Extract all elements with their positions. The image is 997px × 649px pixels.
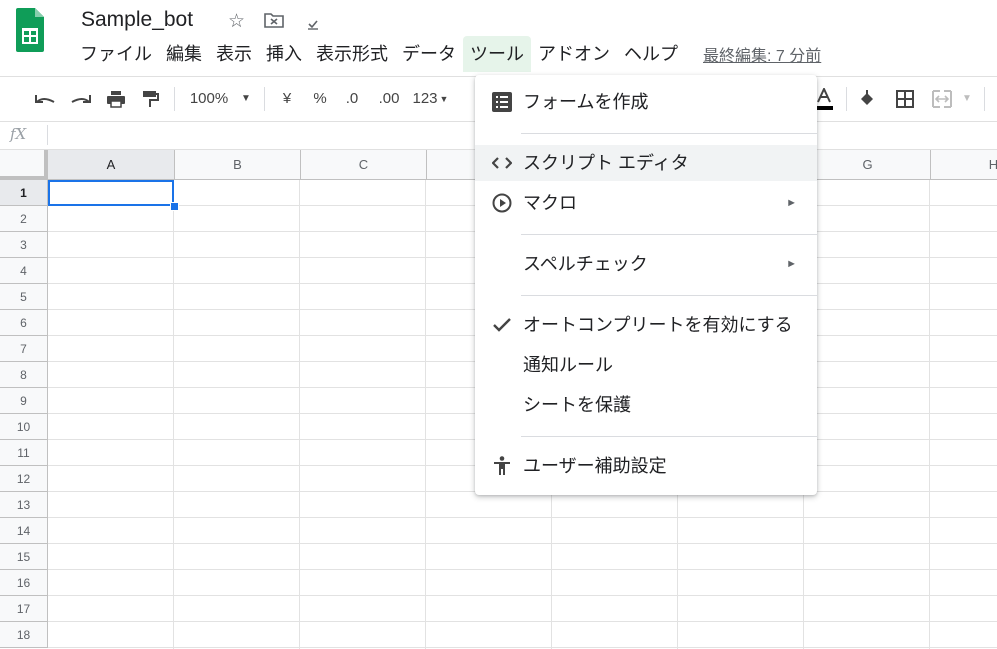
row-header[interactable]: 6 bbox=[0, 310, 48, 336]
column-header[interactable]: B bbox=[175, 150, 301, 180]
menu-data[interactable]: データ bbox=[395, 36, 463, 72]
row-header[interactable]: 5 bbox=[0, 284, 48, 310]
fill-color-icon[interactable] bbox=[856, 77, 878, 121]
row-header[interactable]: 11 bbox=[0, 440, 48, 466]
menu-item-create-form[interactable]: フォームを作成 bbox=[475, 84, 817, 120]
menu-file[interactable]: ファイル bbox=[73, 36, 159, 72]
percent-format-button[interactable]: % bbox=[310, 77, 330, 121]
star-icon[interactable]: ☆ bbox=[228, 10, 245, 33]
row-header[interactable]: 18 bbox=[0, 622, 48, 648]
menu-help[interactable]: ヘルプ bbox=[617, 36, 685, 72]
column-header[interactable]: C bbox=[301, 150, 427, 180]
column-header[interactable]: G bbox=[805, 150, 931, 180]
menu-divider bbox=[521, 133, 817, 134]
column-header[interactable]: A bbox=[48, 150, 175, 180]
row-header[interactable]: 10 bbox=[0, 414, 48, 440]
selected-cell-a1[interactable] bbox=[48, 180, 174, 206]
undo-icon[interactable] bbox=[32, 77, 58, 121]
toolbar-divider bbox=[174, 87, 175, 111]
row-header[interactable]: 4 bbox=[0, 258, 48, 284]
menu-item-autocomplete[interactable]: オートコンプリートを有効にする bbox=[475, 307, 817, 343]
menu-item-protect-sheet[interactable]: シートを保護 bbox=[475, 387, 817, 423]
decrease-decimal-button[interactable]: .0 bbox=[340, 77, 364, 121]
check-icon bbox=[491, 307, 513, 343]
menu-item-label: スクリプト エディタ bbox=[523, 153, 689, 173]
select-all-corner[interactable] bbox=[0, 150, 48, 180]
toolbar-divider bbox=[984, 87, 985, 111]
code-icon bbox=[491, 145, 513, 181]
row-header[interactable]: 16 bbox=[0, 570, 48, 596]
menu-divider bbox=[521, 295, 817, 296]
move-to-folder-icon[interactable] bbox=[264, 12, 284, 34]
more-formats-button[interactable]: 123 bbox=[410, 77, 440, 121]
row-header[interactable]: 17 bbox=[0, 596, 48, 622]
toolbar-divider bbox=[264, 87, 265, 111]
menu-item-label: フォームを作成 bbox=[523, 92, 649, 112]
print-icon[interactable] bbox=[104, 77, 128, 121]
row-header[interactable]: 9 bbox=[0, 388, 48, 414]
row-header[interactable]: 3 bbox=[0, 232, 48, 258]
tools-menu-dropdown: フォームを作成 スクリプト エディタ マクロ ► スペルチェック ► オートコン… bbox=[475, 75, 817, 495]
menu-item-script-editor[interactable]: スクリプト エディタ bbox=[475, 145, 817, 181]
cloud-status-icon[interactable] bbox=[306, 14, 320, 36]
last-edit-link[interactable]: 最終編集: 7 分前 bbox=[703, 42, 821, 66]
submenu-arrow-icon: ► bbox=[786, 197, 797, 209]
menu-edit[interactable]: 編集 bbox=[159, 36, 209, 72]
borders-icon[interactable] bbox=[893, 77, 917, 121]
row-header[interactable]: 14 bbox=[0, 518, 48, 544]
menu-divider bbox=[521, 234, 817, 235]
function-icon: fX bbox=[10, 125, 27, 143]
menu-item-label: オートコンプリートを有効にする bbox=[523, 315, 793, 335]
menu-item-label: スペルチェック bbox=[523, 254, 648, 274]
row-header[interactable]: 15 bbox=[0, 544, 48, 570]
increase-decimal-button[interactable]: .00 bbox=[374, 77, 404, 121]
menu-item-label: 通知ルール bbox=[523, 355, 613, 375]
row-header[interactable]: 2 bbox=[0, 206, 48, 232]
menu-item-macros[interactable]: マクロ ► bbox=[475, 185, 817, 221]
menu-divider bbox=[521, 436, 817, 437]
chevron-down-icon[interactable]: ▼ bbox=[438, 77, 450, 121]
menu-format[interactable]: 表示形式 bbox=[309, 36, 395, 72]
menu-item-label: マクロ bbox=[523, 193, 577, 213]
menu-insert[interactable]: 挿入 bbox=[259, 36, 309, 72]
menu-item-spellcheck[interactable]: スペルチェック ► bbox=[475, 246, 817, 282]
sheets-logo-icon[interactable] bbox=[16, 8, 44, 60]
paint-format-icon[interactable] bbox=[138, 77, 162, 121]
fill-handle[interactable] bbox=[170, 202, 179, 211]
menu-view[interactable]: 表示 bbox=[209, 36, 259, 72]
document-title[interactable]: Sample_bot bbox=[81, 8, 193, 32]
chevron-down-icon[interactable]: ▼ bbox=[238, 77, 254, 121]
redo-icon[interactable] bbox=[68, 77, 94, 121]
menu-item-accessibility-settings[interactable]: ユーザー補助設定 bbox=[475, 448, 817, 484]
form-icon bbox=[491, 84, 513, 120]
app-header: Sample_bot ☆ ファイル 編集 表示 挿入 表示形式 データ ツール … bbox=[0, 0, 997, 76]
currency-format-button[interactable]: ¥ bbox=[278, 77, 296, 121]
row-header[interactable]: 12 bbox=[0, 466, 48, 492]
formula-divider bbox=[47, 125, 48, 145]
menu-item-label: ユーザー補助設定 bbox=[523, 456, 667, 476]
menu-tools[interactable]: ツール bbox=[463, 36, 531, 72]
merge-cells-icon[interactable] bbox=[930, 77, 954, 121]
menu-item-notification-rules[interactable]: 通知ルール bbox=[475, 347, 817, 383]
row-header[interactable]: 8 bbox=[0, 362, 48, 388]
row-header[interactable]: 7 bbox=[0, 336, 48, 362]
submenu-arrow-icon: ► bbox=[786, 258, 797, 270]
zoom-select[interactable]: 100% bbox=[184, 77, 234, 121]
menu-item-label: シートを保護 bbox=[523, 395, 631, 415]
chevron-down-icon[interactable]: ▼ bbox=[960, 77, 974, 121]
row-header[interactable]: 13 bbox=[0, 492, 48, 518]
play-circle-icon bbox=[491, 185, 513, 221]
toolbar-divider bbox=[846, 87, 847, 111]
menu-addons[interactable]: アドオン bbox=[531, 36, 617, 72]
column-header[interactable]: H bbox=[931, 150, 997, 180]
accessibility-icon bbox=[491, 448, 513, 484]
menu-bar: ファイル 編集 表示 挿入 表示形式 データ ツール アドオン ヘルプ 最終編集… bbox=[73, 36, 821, 72]
row-header[interactable]: 1 bbox=[0, 180, 48, 206]
